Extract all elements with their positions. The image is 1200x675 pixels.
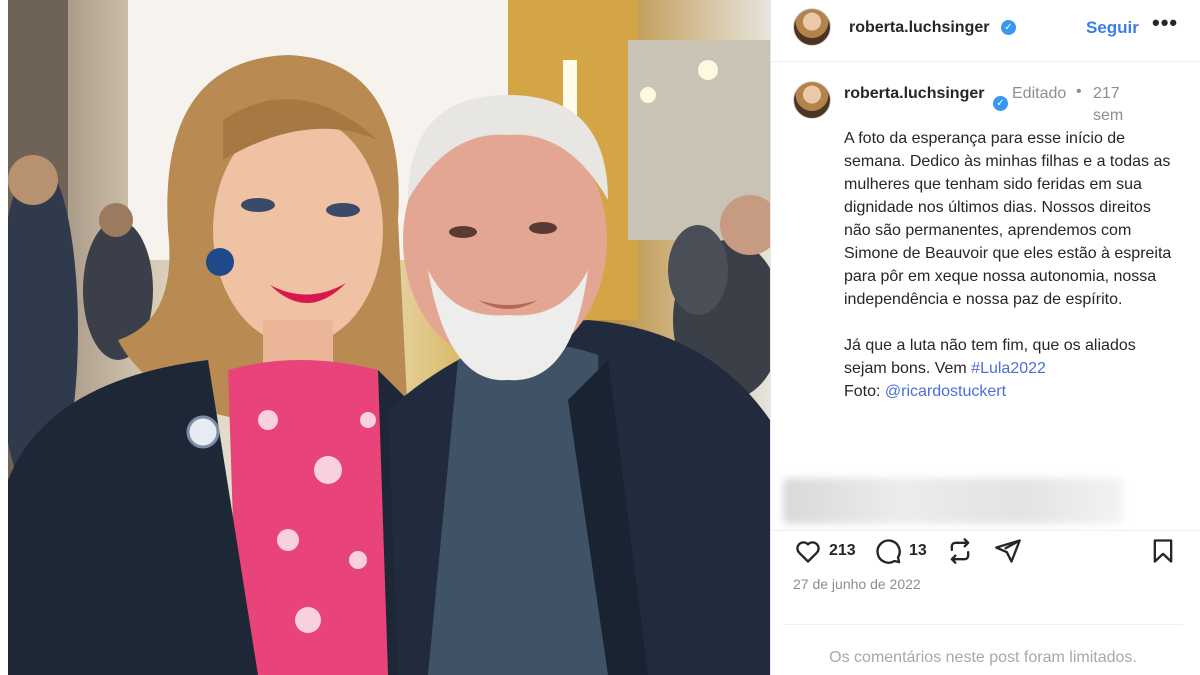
separator-dot: • — [1076, 83, 1082, 100]
caption-avatar[interactable] — [793, 81, 831, 119]
comments-limited-notice: Os comentários neste post foram limitado… — [783, 624, 1183, 667]
share-icon — [995, 539, 1021, 563]
repost-button[interactable] — [945, 537, 975, 565]
woman-eye-left — [241, 198, 275, 212]
repost-icon — [950, 538, 970, 564]
post-photo[interactable] — [8, 0, 770, 675]
edited-label: Editado — [1012, 85, 1067, 102]
avatar[interactable] — [793, 8, 831, 46]
share-button[interactable] — [993, 537, 1023, 565]
blurred-content — [783, 478, 1123, 524]
hashtag-link[interactable]: #Lula2022 — [971, 360, 1046, 377]
comment-count: 13 — [909, 542, 927, 559]
bg-person-right2 — [668, 225, 728, 315]
post-header: roberta.luchsinger ✓ Seguir ••• — [771, 0, 1200, 62]
post-side-panel: roberta.luchsinger ✓ Seguir ••• roberta.… — [770, 0, 1200, 675]
caption-text: A foto da esperança para esse início de … — [844, 127, 1174, 426]
bg-light-2 — [640, 87, 656, 103]
verified-badge-icon: ✓ — [1001, 20, 1016, 35]
bg-person-left-head — [8, 155, 58, 205]
comment-icon — [876, 539, 901, 564]
photo-credit-label: Foto: — [844, 383, 885, 400]
caption-paragraph-1: A foto da esperança para esse início de … — [844, 130, 1172, 308]
woman-brooch — [186, 415, 220, 449]
header-username[interactable]: roberta.luchsinger — [849, 19, 989, 37]
follow-button[interactable]: Seguir — [1086, 18, 1139, 38]
post-age[interactable]: 217 sem — [1093, 83, 1133, 127]
caption-paragraph-2: Já que a luta não tem fim, que os aliado… — [844, 334, 1174, 403]
verified-badge-icon: ✓ — [993, 96, 1008, 111]
heart-icon — [796, 541, 820, 563]
man-eye-right — [529, 222, 557, 234]
caption-username[interactable]: roberta.luchsinger — [844, 83, 994, 105]
caption-area: roberta.luchsinger ✓ Editado • 217 sem A… — [771, 63, 1200, 473]
bg-light-1 — [698, 60, 718, 80]
post-date[interactable]: 27 de junho de 2022 — [793, 576, 921, 592]
woman-eye-right — [326, 203, 360, 217]
like-count: 213 — [829, 542, 856, 559]
man-eye-left — [449, 226, 477, 238]
more-options-icon[interactable]: ••• — [1152, 10, 1178, 36]
action-bar: 213 13 — [771, 530, 1200, 574]
woman-earring — [206, 248, 234, 276]
save-button[interactable] — [1149, 537, 1177, 565]
mention-link[interactable]: @ricardostuckert — [885, 383, 1006, 400]
like-button[interactable]: 213 — [793, 537, 856, 565]
photo-illustration — [8, 0, 770, 675]
bookmark-icon — [1153, 539, 1173, 563]
bg-person-2-head — [99, 203, 133, 237]
comment-button[interactable]: 13 — [873, 537, 927, 565]
